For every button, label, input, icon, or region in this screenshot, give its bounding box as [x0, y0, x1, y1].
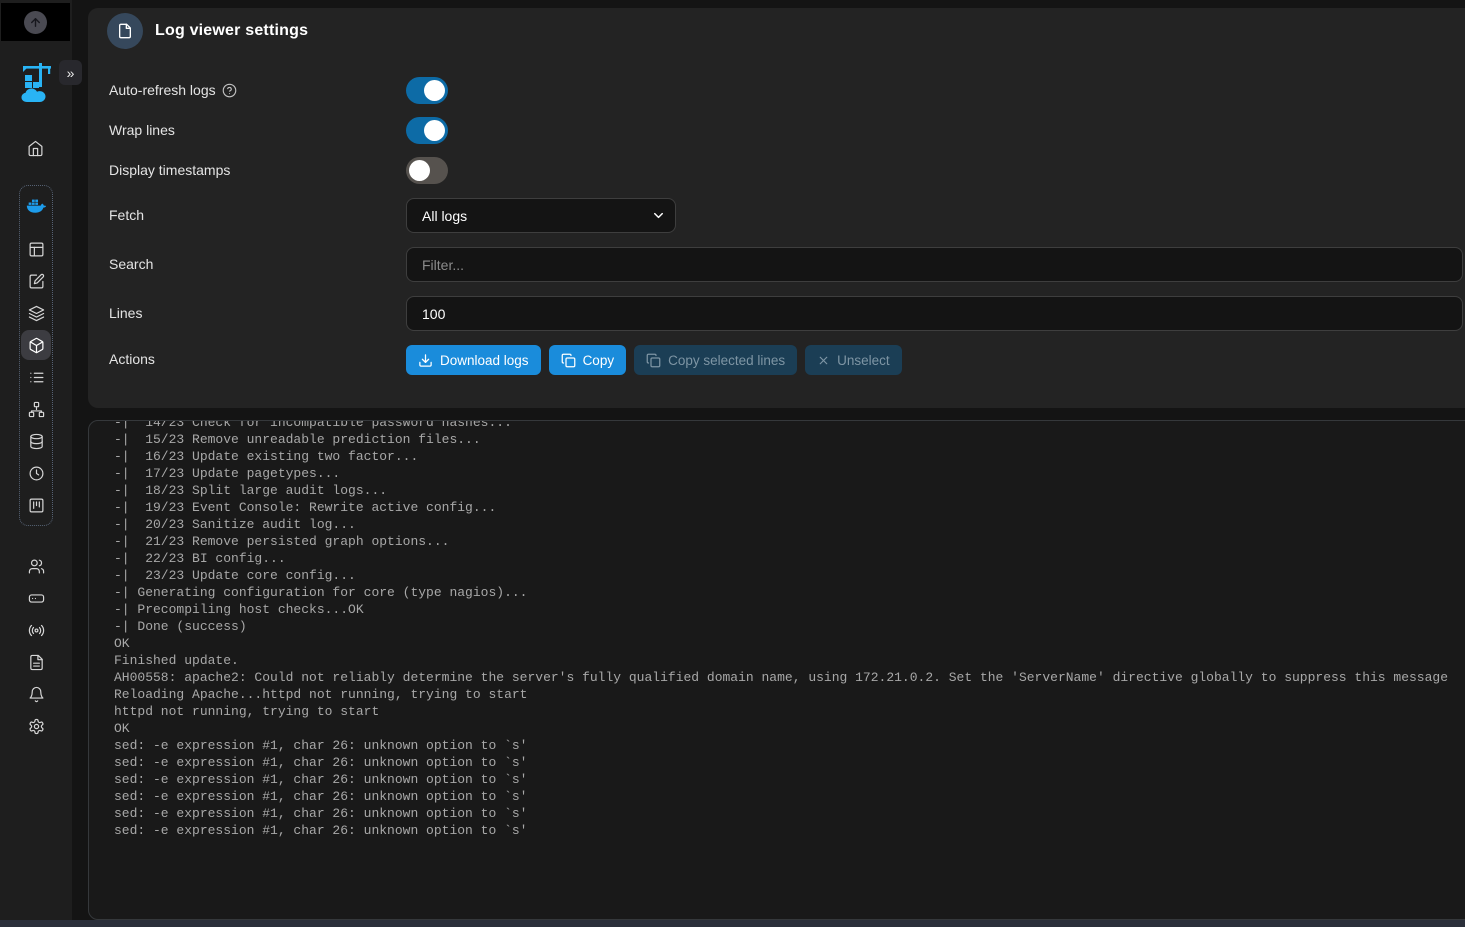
log-viewer-settings-panel: Log viewer settings Auto-refresh logs Wr… [88, 8, 1465, 408]
docker-whale-icon [25, 195, 47, 217]
sidebar-item-kanban[interactable] [21, 490, 51, 520]
search-input[interactable] [406, 247, 1463, 282]
sidebar-item-docker-extension[interactable] [21, 191, 51, 221]
copy-icon [646, 353, 661, 368]
sidebar-item-bell[interactable] [21, 679, 51, 709]
help-circle-icon[interactable] [222, 83, 237, 98]
bell-icon [28, 686, 45, 703]
log-output-text[interactable]: -| 14/23 Check for incompatible password… [89, 420, 1465, 839]
sidebar-item-clock[interactable] [21, 458, 51, 488]
layout-icon [28, 241, 45, 258]
home-icon [27, 140, 44, 157]
sidebar-item-list[interactable] [21, 362, 51, 392]
sidebar-item-file[interactable] [21, 647, 51, 677]
fetch-select-wrap: All logs [406, 198, 676, 233]
database-icon [28, 433, 45, 450]
extension-group [19, 185, 53, 526]
search-label: Search [109, 256, 153, 272]
edit-icon [28, 273, 45, 290]
download-logs-button[interactable]: Download logs [406, 345, 541, 375]
copy-icon [561, 353, 576, 368]
gear-icon [28, 718, 45, 735]
fetch-select[interactable]: All logs [406, 198, 676, 233]
close-icon [817, 354, 830, 367]
list-icon [28, 369, 45, 386]
update-arrow-icon[interactable] [24, 11, 47, 34]
app-logo-box [1, 3, 70, 41]
lines-label: Lines [109, 305, 142, 321]
wrap-lines-toggle[interactable] [406, 117, 448, 144]
kanban-icon [28, 497, 45, 514]
file-text-icon [28, 654, 45, 671]
fetch-label: Fetch [109, 207, 144, 223]
users-icon [28, 558, 45, 575]
sidebar-item-network[interactable] [21, 394, 51, 424]
panel-header: Log viewer settings [107, 13, 308, 49]
sidebar-item-layers[interactable] [21, 298, 51, 328]
network-icon [28, 401, 45, 418]
auto-refresh-toggle[interactable] [406, 77, 448, 104]
sidebar-item-database[interactable] [21, 426, 51, 456]
display-timestamps-label: Display timestamps [109, 162, 230, 178]
sidebar-item-box[interactable] [21, 330, 51, 360]
sidebar-item-users[interactable] [21, 551, 51, 581]
bottom-status-strip [0, 920, 1465, 927]
wrap-lines-label: Wrap lines [109, 122, 175, 138]
sidebar-item-broadcast[interactable] [21, 615, 51, 645]
sidebar-item-home[interactable] [20, 133, 50, 163]
sidebar-expand-button[interactable]: » [59, 60, 82, 85]
sidebar-bottom-group [21, 551, 51, 743]
display-timestamps-toggle[interactable] [406, 157, 448, 184]
extension-crane-logo-icon[interactable] [19, 57, 55, 104]
copy-button[interactable]: Copy [549, 345, 627, 375]
sidebar: » [0, 0, 72, 920]
page-title: Log viewer settings [155, 22, 308, 40]
hard-drive-icon [28, 590, 45, 607]
actions-row: Download logs Copy Copy selected lines U… [406, 345, 902, 375]
sidebar-item-hard-drive[interactable] [21, 583, 51, 613]
sidebar-item-edit[interactable] [21, 266, 51, 296]
sidebar-item-layout[interactable] [21, 234, 51, 264]
sidebar-item-settings[interactable] [21, 711, 51, 741]
broadcast-icon [28, 622, 45, 639]
clock-icon [28, 465, 45, 482]
document-badge-icon [107, 13, 143, 49]
lines-input[interactable] [406, 296, 1463, 331]
box-icon [28, 337, 45, 354]
download-icon [418, 353, 433, 368]
unselect-button[interactable]: Unselect [805, 345, 902, 375]
auto-refresh-label: Auto-refresh logs [109, 82, 237, 98]
layers-icon [28, 305, 45, 322]
actions-label: Actions [109, 351, 155, 367]
copy-selected-lines-button[interactable]: Copy selected lines [634, 345, 797, 375]
log-output-panel[interactable]: -| 14/23 Check for incompatible password… [88, 420, 1465, 920]
